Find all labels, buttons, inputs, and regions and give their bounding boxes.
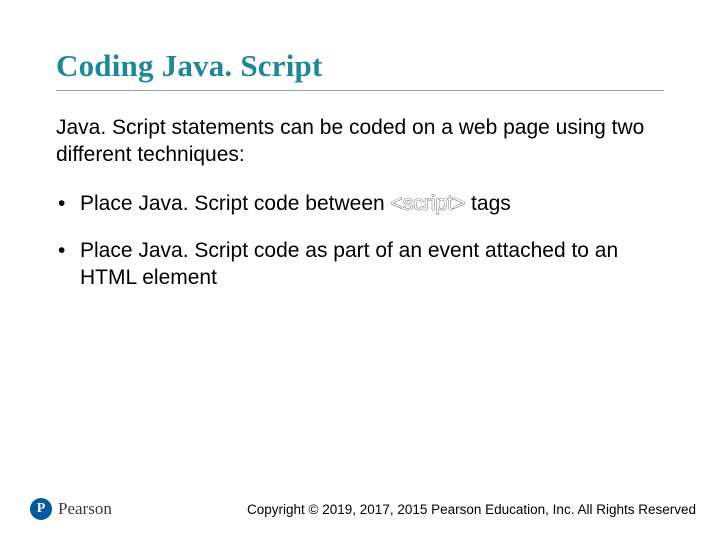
bullet-text-post: tags xyxy=(465,192,511,215)
pearson-logo-icon: P xyxy=(30,498,52,520)
title-rule xyxy=(56,90,664,91)
bullet-text: Place Java. Script code as part of an ev… xyxy=(80,239,618,289)
lead-paragraph: Java. Script statements can be coded on … xyxy=(56,115,664,169)
bullet-list: Place Java. Script code between <script>… xyxy=(56,191,664,292)
slide: Coding Java. Script Java. Script stateme… xyxy=(0,0,720,540)
bullet-text-pre: Place Java. Script code between xyxy=(80,192,391,215)
code-tag-outline: <script> xyxy=(391,192,466,215)
copyright-text: Copyright © 2019, 2017, 2015 Pearson Edu… xyxy=(247,502,696,517)
slide-footer: P Pearson Copyright © 2019, 2017, 2015 P… xyxy=(0,498,720,520)
list-item: Place Java. Script code between <script>… xyxy=(56,191,664,218)
pearson-logo-text: Pearson xyxy=(58,499,112,519)
slide-title: Coding Java. Script xyxy=(56,48,664,84)
list-item: Place Java. Script code as part of an ev… xyxy=(56,238,664,292)
pearson-logo: P Pearson xyxy=(30,498,112,520)
